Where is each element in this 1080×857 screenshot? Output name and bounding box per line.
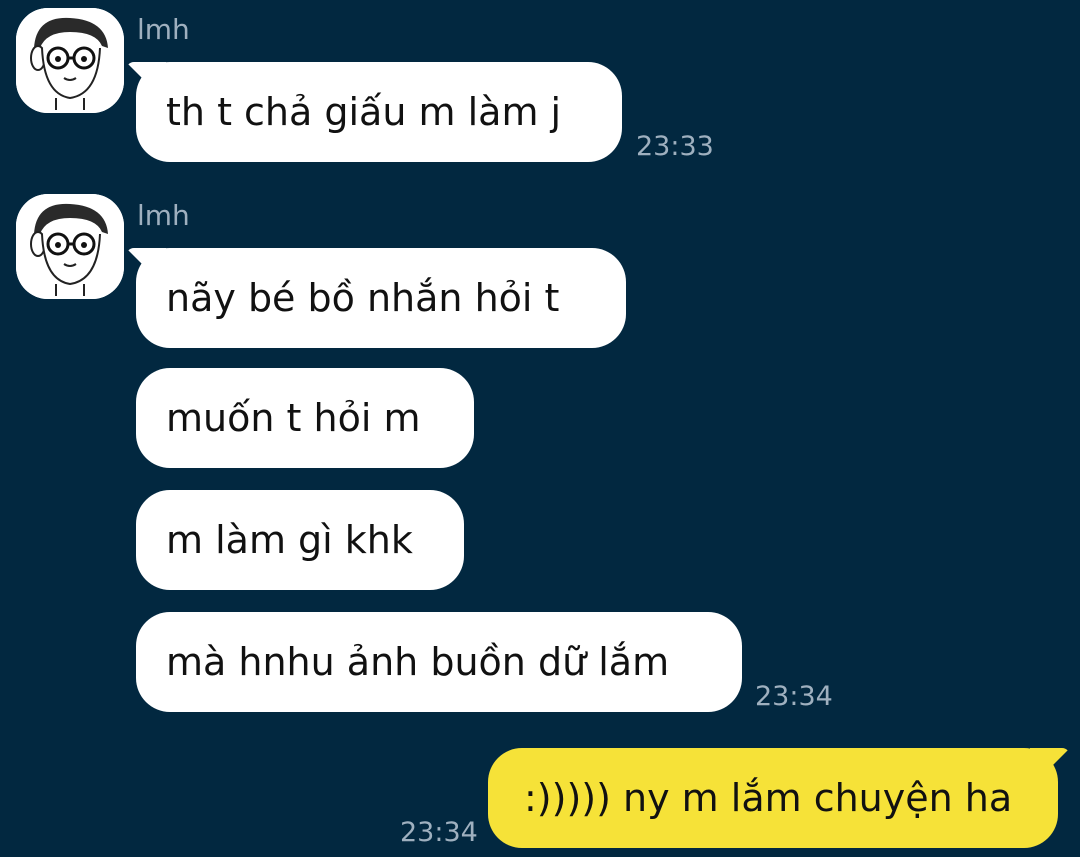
message-bubble[interactable]: th t chả giấu m làm j: [136, 62, 622, 162]
avatar[interactable]: [16, 194, 124, 299]
message-text: muốn t hỏi m: [166, 396, 421, 440]
avatar-icon: [16, 194, 124, 299]
sender-name: lmh: [137, 13, 190, 46]
avatar[interactable]: [16, 8, 124, 113]
message-bubble[interactable]: m làm gì khk: [136, 490, 464, 590]
outgoing-message-bubble[interactable]: :))))) ny m lắm chuyện ha: [488, 748, 1058, 848]
message-bubble[interactable]: nãy bé bồ nhắn hỏi t: [136, 248, 626, 348]
message-bubble[interactable]: muốn t hỏi m: [136, 368, 474, 468]
message-timestamp: 23:34: [400, 817, 478, 848]
message-text: nãy bé bồ nhắn hỏi t: [166, 276, 560, 320]
message-timestamp: 23:33: [636, 131, 714, 162]
message-text: th t chả giấu m làm j: [166, 90, 562, 134]
message-timestamp: 23:34: [755, 681, 833, 712]
message-text: :))))) ny m lắm chuyện ha: [524, 776, 1013, 820]
avatar-icon: [16, 8, 124, 113]
message-text: m làm gì khk: [166, 518, 413, 562]
sender-name: lmh: [137, 199, 190, 232]
message-bubble[interactable]: mà hnhu ảnh buồn dữ lắm: [136, 612, 742, 712]
message-text: mà hnhu ảnh buồn dữ lắm: [166, 640, 670, 684]
